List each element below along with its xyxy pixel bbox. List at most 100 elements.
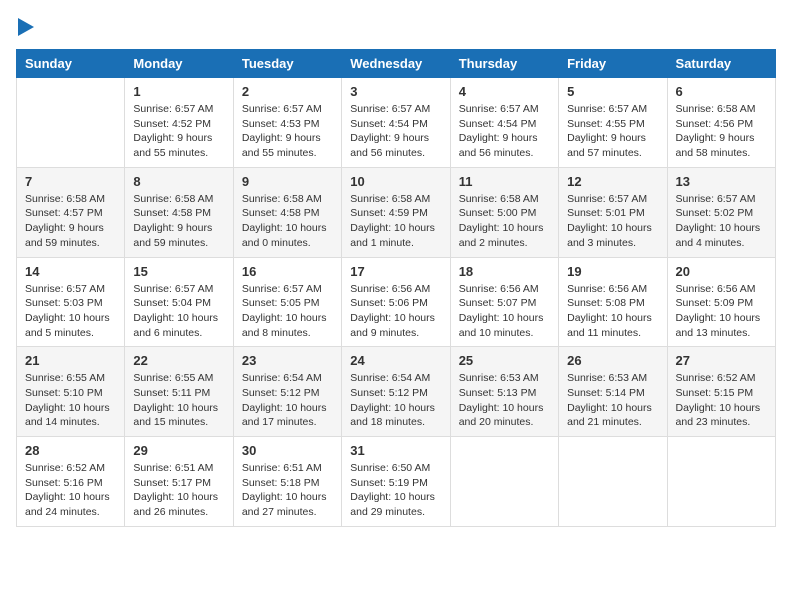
column-header-wednesday: Wednesday — [342, 50, 450, 78]
day-info: Sunrise: 6:54 AM Sunset: 5:12 PM Dayligh… — [350, 371, 441, 430]
page-header — [16, 16, 776, 37]
column-header-saturday: Saturday — [667, 50, 775, 78]
day-info: Sunrise: 6:58 AM Sunset: 4:57 PM Dayligh… — [25, 192, 116, 251]
calendar-cell: 28 Sunrise: 6:52 AM Sunset: 5:16 PM Dayli… — [17, 437, 125, 527]
day-info: Sunrise: 6:51 AM Sunset: 5:17 PM Dayligh… — [133, 461, 224, 520]
column-header-friday: Friday — [559, 50, 667, 78]
day-info: Sunrise: 6:58 AM Sunset: 4:58 PM Dayligh… — [133, 192, 224, 251]
logo — [16, 16, 34, 37]
calendar-cell: 29 Sunrise: 6:51 AM Sunset: 5:17 PM Dayli… — [125, 437, 233, 527]
calendar-cell: 22 Sunrise: 6:55 AM Sunset: 5:11 PM Dayli… — [125, 347, 233, 437]
day-info: Sunrise: 6:58 AM Sunset: 4:58 PM Dayligh… — [242, 192, 333, 251]
calendar-table: SundayMondayTuesdayWednesdayThursdayFrid… — [16, 49, 776, 527]
day-number: 6 — [676, 84, 767, 99]
day-number: 9 — [242, 174, 333, 189]
calendar-cell: 21 Sunrise: 6:55 AM Sunset: 5:10 PM Dayli… — [17, 347, 125, 437]
logo-arrow-icon — [18, 18, 34, 41]
calendar-cell: 20 Sunrise: 6:56 AM Sunset: 5:09 PM Dayli… — [667, 257, 775, 347]
calendar-cell: 3Sunrise: 6:57 AM Sunset: 4:54 PM Daylig… — [342, 78, 450, 168]
day-number: 12 — [567, 174, 658, 189]
calendar-cell: 14 Sunrise: 6:57 AM Sunset: 5:03 PM Dayli… — [17, 257, 125, 347]
day-info: Sunrise: 6:57 AM Sunset: 5:05 PM Dayligh… — [242, 282, 333, 341]
day-number: 21 — [25, 353, 116, 368]
calendar-cell: 30 Sunrise: 6:51 AM Sunset: 5:18 PM Dayli… — [233, 437, 341, 527]
calendar-cell: 16 Sunrise: 6:57 AM Sunset: 5:05 PM Dayli… — [233, 257, 341, 347]
day-number: 18 — [459, 264, 550, 279]
day-number: 17 — [350, 264, 441, 279]
day-number: 30 — [242, 443, 333, 458]
column-header-monday: Monday — [125, 50, 233, 78]
calendar-cell — [17, 78, 125, 168]
day-number: 8 — [133, 174, 224, 189]
day-number: 4 — [459, 84, 550, 99]
calendar-row: 21 Sunrise: 6:55 AM Sunset: 5:10 PM Dayli… — [17, 347, 776, 437]
day-info: Sunrise: 6:57 AM Sunset: 4:54 PM Dayligh… — [459, 102, 550, 161]
column-header-sunday: Sunday — [17, 50, 125, 78]
day-number: 14 — [25, 264, 116, 279]
day-info: Sunrise: 6:53 AM Sunset: 5:14 PM Dayligh… — [567, 371, 658, 430]
day-number: 16 — [242, 264, 333, 279]
calendar-cell: 18 Sunrise: 6:56 AM Sunset: 5:07 PM Dayli… — [450, 257, 558, 347]
day-number: 15 — [133, 264, 224, 279]
calendar-cell: 26Sunrise: 6:53 AM Sunset: 5:14 PM Dayli… — [559, 347, 667, 437]
day-info: Sunrise: 6:57 AM Sunset: 5:04 PM Dayligh… — [133, 282, 224, 341]
calendar-cell — [667, 437, 775, 527]
calendar-cell: 10 Sunrise: 6:58 AM Sunset: 4:59 PM Dayli… — [342, 167, 450, 257]
day-info: Sunrise: 6:57 AM Sunset: 5:01 PM Dayligh… — [567, 192, 658, 251]
day-number: 11 — [459, 174, 550, 189]
day-info: Sunrise: 6:56 AM Sunset: 5:08 PM Dayligh… — [567, 282, 658, 341]
day-info: Sunrise: 6:55 AM Sunset: 5:10 PM Dayligh… — [25, 371, 116, 430]
day-number: 28 — [25, 443, 116, 458]
calendar-cell: 25 Sunrise: 6:53 AM Sunset: 5:13 PM Dayli… — [450, 347, 558, 437]
day-number: 22 — [133, 353, 224, 368]
day-info: Sunrise: 6:57 AM Sunset: 5:02 PM Dayligh… — [676, 192, 767, 251]
day-number: 13 — [676, 174, 767, 189]
column-header-thursday: Thursday — [450, 50, 558, 78]
calendar-cell: 9 Sunrise: 6:58 AM Sunset: 4:58 PM Daylig… — [233, 167, 341, 257]
day-info: Sunrise: 6:57 AM Sunset: 4:55 PM Dayligh… — [567, 102, 658, 161]
day-number: 25 — [459, 353, 550, 368]
day-info: Sunrise: 6:56 AM Sunset: 5:09 PM Dayligh… — [676, 282, 767, 341]
calendar-row: 28 Sunrise: 6:52 AM Sunset: 5:16 PM Dayli… — [17, 437, 776, 527]
day-number: 31 — [350, 443, 441, 458]
day-number: 29 — [133, 443, 224, 458]
day-number: 27 — [676, 353, 767, 368]
day-info: Sunrise: 6:57 AM Sunset: 4:52 PM Dayligh… — [133, 102, 224, 161]
calendar-cell: 24 Sunrise: 6:54 AM Sunset: 5:12 PM Dayli… — [342, 347, 450, 437]
calendar-header-row: SundayMondayTuesdayWednesdayThursdayFrid… — [17, 50, 776, 78]
calendar-cell: 15 Sunrise: 6:57 AM Sunset: 5:04 PM Dayli… — [125, 257, 233, 347]
calendar-cell: 1Sunrise: 6:57 AM Sunset: 4:52 PM Daylig… — [125, 78, 233, 168]
day-info: Sunrise: 6:55 AM Sunset: 5:11 PM Dayligh… — [133, 371, 224, 430]
day-number: 5 — [567, 84, 658, 99]
day-info: Sunrise: 6:52 AM Sunset: 5:15 PM Dayligh… — [676, 371, 767, 430]
calendar-cell — [450, 437, 558, 527]
calendar-cell: 11 Sunrise: 6:58 AM Sunset: 5:00 PM Dayli… — [450, 167, 558, 257]
day-number: 23 — [242, 353, 333, 368]
day-info: Sunrise: 6:50 AM Sunset: 5:19 PM Dayligh… — [350, 461, 441, 520]
day-info: Sunrise: 6:58 AM Sunset: 4:56 PM Dayligh… — [676, 102, 767, 161]
day-number: 10 — [350, 174, 441, 189]
calendar-cell: 19 Sunrise: 6:56 AM Sunset: 5:08 PM Dayli… — [559, 257, 667, 347]
calendar-row: 1Sunrise: 6:57 AM Sunset: 4:52 PM Daylig… — [17, 78, 776, 168]
day-info: Sunrise: 6:53 AM Sunset: 5:13 PM Dayligh… — [459, 371, 550, 430]
day-info: Sunrise: 6:52 AM Sunset: 5:16 PM Dayligh… — [25, 461, 116, 520]
calendar-cell: 13 Sunrise: 6:57 AM Sunset: 5:02 PM Dayli… — [667, 167, 775, 257]
day-number: 2 — [242, 84, 333, 99]
calendar-row: 7Sunrise: 6:58 AM Sunset: 4:57 PM Daylig… — [17, 167, 776, 257]
calendar-cell — [559, 437, 667, 527]
day-number: 19 — [567, 264, 658, 279]
day-number: 20 — [676, 264, 767, 279]
calendar-cell: 17 Sunrise: 6:56 AM Sunset: 5:06 PM Dayli… — [342, 257, 450, 347]
day-info: Sunrise: 6:58 AM Sunset: 5:00 PM Dayligh… — [459, 192, 550, 251]
calendar-cell: 7Sunrise: 6:58 AM Sunset: 4:57 PM Daylig… — [17, 167, 125, 257]
day-info: Sunrise: 6:51 AM Sunset: 5:18 PM Dayligh… — [242, 461, 333, 520]
day-info: Sunrise: 6:58 AM Sunset: 4:59 PM Dayligh… — [350, 192, 441, 251]
calendar-cell: 31 Sunrise: 6:50 AM Sunset: 5:19 PM Dayli… — [342, 437, 450, 527]
calendar-cell: 2Sunrise: 6:57 AM Sunset: 4:53 PM Daylig… — [233, 78, 341, 168]
day-info: Sunrise: 6:57 AM Sunset: 4:54 PM Dayligh… — [350, 102, 441, 161]
calendar-cell: 5 Sunrise: 6:57 AM Sunset: 4:55 PM Daylig… — [559, 78, 667, 168]
day-number: 24 — [350, 353, 441, 368]
day-info: Sunrise: 6:56 AM Sunset: 5:07 PM Dayligh… — [459, 282, 550, 341]
day-info: Sunrise: 6:57 AM Sunset: 5:03 PM Dayligh… — [25, 282, 116, 341]
day-info: Sunrise: 6:56 AM Sunset: 5:06 PM Dayligh… — [350, 282, 441, 341]
